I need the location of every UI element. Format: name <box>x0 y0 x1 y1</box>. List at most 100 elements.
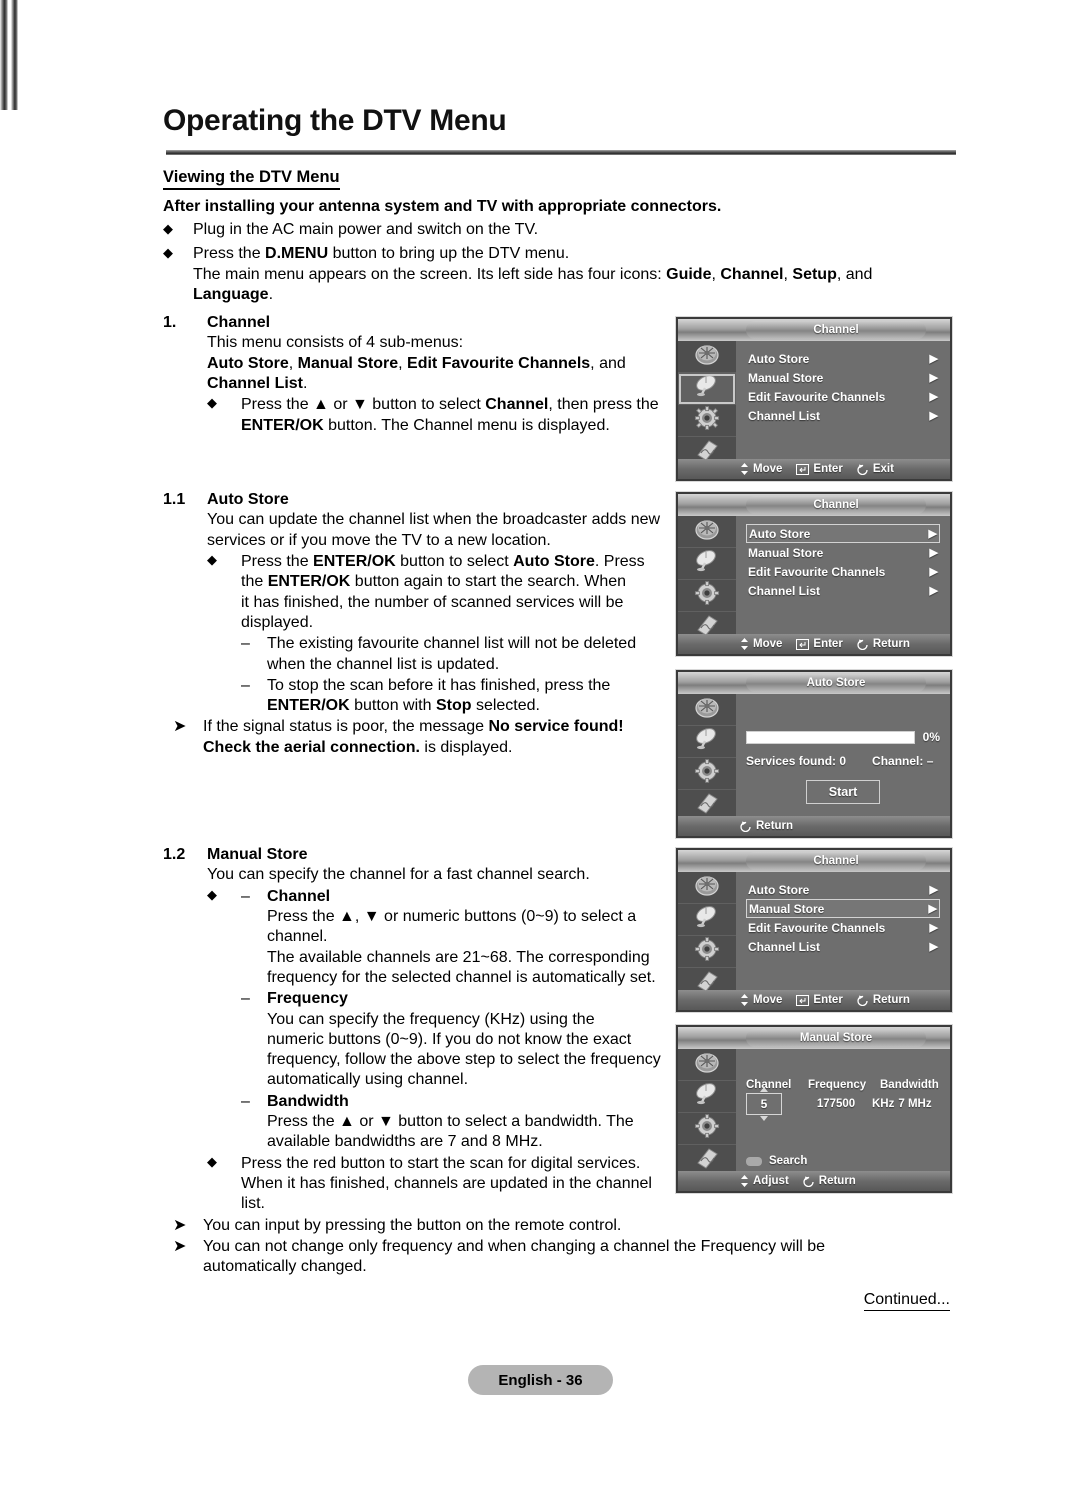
rail-item-language[interactable] <box>678 968 736 999</box>
t: frequency, follow the above step to sele… <box>267 1051 661 1069</box>
intro-bullet-1-text: Plug in the AC main power and switch on … <box>193 221 539 238</box>
t: . Press <box>594 552 645 570</box>
hint-label: Return <box>818 1175 856 1187</box>
rail-item-guide[interactable] <box>678 694 736 726</box>
osd-channel-menu-1[interactable]: Channel Auto Store ▶ Manual Store ▶ Edit F… <box>676 317 952 481</box>
t: You can not change only frequency and wh… <box>203 1237 826 1255</box>
section-1-1-dash-1-text: The existing favourite channel list will… <box>267 634 673 675</box>
rail-item-guide[interactable] <box>678 341 736 373</box>
chevron-right-icon: ▶ <box>929 585 938 597</box>
osd-row-label: Manual Store <box>749 901 825 916</box>
search-label: Search <box>769 1155 808 1167</box>
section-1-1-dash-2: – To stop the scan before it has finishe… <box>241 676 673 717</box>
section-1-1-bullet-text: Press the ENTER/OK button to select Auto… <box>241 552 673 633</box>
frequency-unit: KHz <box>872 1098 895 1110</box>
satellite-dish-icon <box>692 548 722 579</box>
section-1-1-title: Auto Store <box>207 491 289 508</box>
osd-row-channel-list[interactable]: Channel List ▶ <box>746 581 940 600</box>
section-1-2-channel-block: – Channel Press the ▲, ▼ or numeric butt… <box>241 887 673 989</box>
rail-item-guide[interactable] <box>678 872 736 904</box>
osd-row-edit-favourite-channels[interactable]: Edit Favourite Channels ▶ <box>746 918 940 937</box>
rail-item-language[interactable] <box>678 790 736 821</box>
chevron-right-icon: ▶ <box>928 528 937 540</box>
t: The available channels are 21~68. The co… <box>267 948 650 966</box>
updown-icon <box>740 463 749 475</box>
section-1-2-frequency-title: Frequency <box>267 990 348 1008</box>
osd-auto-store-panel[interactable]: Auto Store 0% Services found: 0 Channel:… <box>676 670 952 838</box>
red-button-icon <box>746 1156 762 1166</box>
osd-row-manual-store[interactable]: Manual Store ▶ <box>746 899 940 918</box>
t: You can specify the frequency (KHz) usin… <box>267 1010 595 1028</box>
section-1-p1: This menu consists of 4 sub-menus: <box>207 334 464 352</box>
return-icon <box>857 995 869 1006</box>
rail-item-guide[interactable] <box>678 516 736 548</box>
osd-channel-menu-3[interactable]: Channel Auto Store ▶ Manual Store ▶ Edit F… <box>676 848 952 1012</box>
osd-row-label: Auto Store <box>748 351 810 366</box>
remote-language-icon <box>692 968 722 999</box>
t: Auto Store <box>207 354 289 372</box>
rail-item-language[interactable] <box>678 437 736 468</box>
rail-item-setup[interactable] <box>678 580 736 612</box>
section-1-1-auto-store: 1.1 Auto Store You can update the channe… <box>163 490 673 758</box>
return-icon <box>803 1176 815 1187</box>
osd-manual-store-panel[interactable]: Manual Store Channel Frequency Bandwidth <box>676 1025 952 1193</box>
hint-move: Move <box>740 638 782 650</box>
rail-item-setup[interactable] <box>678 1113 736 1145</box>
return-icon <box>857 639 869 650</box>
rail-item-guide[interactable] <box>678 1049 736 1081</box>
rail-item-channel[interactable] <box>678 1081 736 1113</box>
rail-item-channel[interactable] <box>678 548 736 580</box>
osd-row-label: Edit Favourite Channels <box>748 389 886 404</box>
osd-row-channel-list[interactable]: Channel List ▶ <box>746 937 940 956</box>
hint-move: Move <box>740 994 782 1006</box>
intro-lead: After installing your antenna system and… <box>163 198 722 215</box>
section-1-2-bullet-frequency: – Frequency You can specify the frequenc… <box>207 989 673 1091</box>
rail-item-setup[interactable] <box>678 405 736 437</box>
rail-item-setup[interactable] <box>678 936 736 968</box>
osd-channel-menu-2[interactable]: Channel Auto Store ▶ Manual Store ▶ Edit F… <box>676 492 952 656</box>
section-1-2-manual-store: 1.2 Manual Store You can specify the cha… <box>163 845 825 1278</box>
arrow-bullet-icon: ➤ <box>173 1237 187 1255</box>
osd-row-edit-favourite-channels[interactable]: Edit Favourite Channels ▶ <box>746 562 940 581</box>
rail-item-setup[interactable] <box>678 758 736 790</box>
hint-adjust: Adjust <box>740 1175 789 1187</box>
channel-stepper[interactable]: 5 <box>746 1087 782 1121</box>
rail-item-channel[interactable] <box>678 726 736 758</box>
t: Setup <box>792 265 837 283</box>
stepper-down-icon[interactable] <box>760 1116 768 1121</box>
section-1-1-dash-1: – The existing favourite channel list wi… <box>241 634 673 675</box>
rail-item-channel[interactable] <box>678 904 736 936</box>
t: ENTER/OK <box>267 573 351 591</box>
stepper-up-icon[interactable] <box>760 1087 768 1092</box>
osd-titlebar: Channel <box>678 494 950 516</box>
rail-item-language[interactable] <box>678 1145 736 1176</box>
osd-body: Auto Store ▶ Manual Store ▶ Edit Favourite… <box>678 872 950 992</box>
osd-row-auto-store[interactable]: Auto Store ▶ <box>746 880 940 899</box>
start-button[interactable]: Start <box>806 780 880 804</box>
section-1-2-note-1: ➤ You can input by pressing the button o… <box>173 1216 913 1236</box>
osd-row-manual-store[interactable]: Manual Store ▶ <box>746 543 940 562</box>
page-title: Operating the DTV Menu <box>163 104 507 137</box>
t: No service found! <box>488 718 624 736</box>
rail-item-channel[interactable] <box>678 373 736 405</box>
osd-row-label: Channel List <box>748 408 821 423</box>
osd-row-edit-favourite-channels[interactable]: Edit Favourite Channels ▶ <box>746 387 940 406</box>
section-1-2-bullet-channel: ◆ – Channel Press the ▲, ▼ or numeric bu… <box>207 887 673 989</box>
diamond-bullet-icon: ◆ <box>207 551 217 567</box>
t: button to bring up the DTV menu. <box>328 245 570 263</box>
osd-row-auto-store[interactable]: Auto Store ▶ <box>746 524 940 543</box>
osd-row-channel-list[interactable]: Channel List ▶ <box>746 406 940 425</box>
guide-compass-icon <box>693 516 721 547</box>
satellite-dish-icon <box>692 373 722 404</box>
osd-row-auto-store[interactable]: Auto Store ▶ <box>746 349 940 368</box>
section-1-1-bullet: ◆ Press the ENTER/OK button to select Au… <box>207 552 673 633</box>
t: Press the ▲ or ▼ button to select <box>241 396 486 414</box>
rail-item-language[interactable] <box>678 612 736 643</box>
search-action[interactable]: Search <box>746 1155 807 1167</box>
manual-store-values: 5 177500 KHz 7 MHz <box>746 1087 940 1121</box>
osd-auto-store-content: 0% Services found: 0 Channel: – Start <box>736 694 950 816</box>
osd-row-manual-store[interactable]: Manual Store ▶ <box>746 368 940 387</box>
dash-bullet-icon: – <box>241 887 250 905</box>
scan-status: Services found: 0 Channel: – <box>746 754 940 768</box>
osd-title: Auto Store <box>746 674 926 692</box>
